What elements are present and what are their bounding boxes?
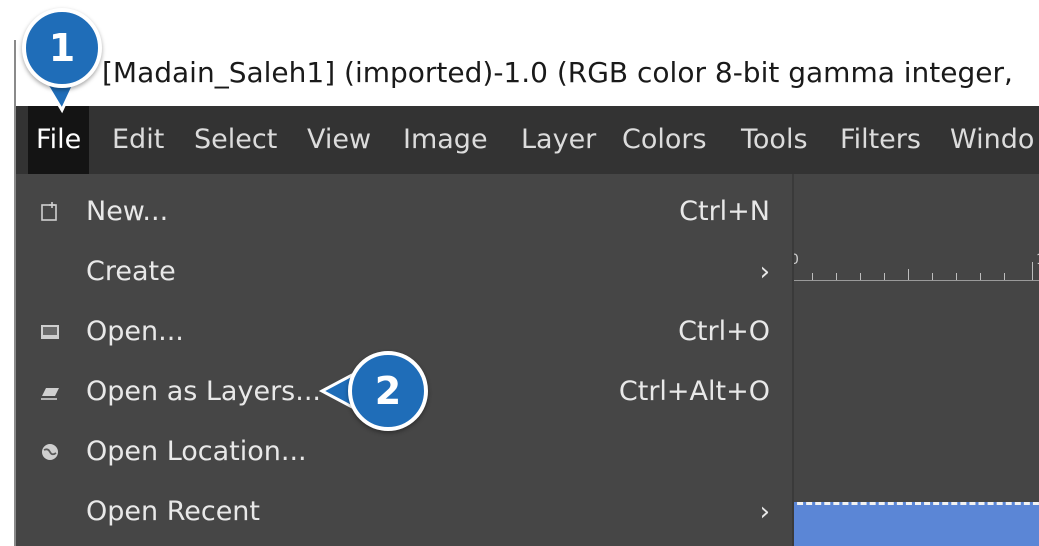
ruler-tick <box>908 269 909 280</box>
ruler-tick <box>1032 262 1033 280</box>
menu-item-open-recent[interactable]: Open Recent › <box>20 482 792 542</box>
horizontal-ruler[interactable]: 0 1 <box>788 252 1039 281</box>
open-image-icon <box>38 320 62 344</box>
new-image-icon <box>38 200 62 224</box>
menu-item-open-location[interactable]: Open Location... <box>20 422 792 482</box>
menu-item-label: Open Location... <box>86 436 307 467</box>
menu-filters[interactable]: Filters <box>840 106 921 174</box>
ruler-tick <box>884 273 885 280</box>
menu-item-label: Create <box>86 256 176 287</box>
ruler-tick <box>932 273 933 280</box>
menu-image[interactable]: Image <box>403 106 488 174</box>
open-layers-icon <box>38 380 62 404</box>
ruler-tick <box>836 273 837 280</box>
menu-item-shortcut: Ctrl+O <box>678 316 770 347</box>
menu-item-label: Open as Layers... <box>86 376 321 407</box>
menu-bar: File Edit Select View Image Layer Colors… <box>16 106 1039 174</box>
ruler-tick <box>860 273 861 280</box>
menu-item-label: Open Recent <box>86 496 261 527</box>
menu-item-shortcut: Ctrl+Alt+O <box>618 376 770 407</box>
ruler-tick <box>1004 273 1005 280</box>
title-bar: [Madain_Saleh1] (imported)-1.0 (RGB colo… <box>16 40 1039 106</box>
callout-2-badge: 2 <box>348 351 428 431</box>
menu-view[interactable]: View <box>307 106 371 174</box>
menu-file[interactable]: File <box>28 106 90 174</box>
window-title: [Madain_Saleh1] (imported)-1.0 (RGB colo… <box>102 56 1013 89</box>
menu-item-shortcut: Ctrl+N <box>679 196 770 227</box>
callout-1-badge: 1 <box>22 8 102 88</box>
chevron-right-icon: › <box>759 257 770 287</box>
menu-item-label: New... <box>86 196 169 227</box>
app-window: [Madain_Saleh1] (imported)-1.0 (RGB colo… <box>14 40 1039 546</box>
ruler-tick <box>980 273 981 280</box>
menu-layer[interactable]: Layer <box>521 106 596 174</box>
menu-edit[interactable]: Edit <box>112 106 164 174</box>
chevron-right-icon: › <box>759 497 770 527</box>
ruler-tick <box>812 273 813 280</box>
image-canvas[interactable] <box>788 502 1039 546</box>
menu-item-open[interactable]: Open... Ctrl+O <box>20 302 792 362</box>
menu-item-create[interactable]: Create › <box>20 242 792 302</box>
menu-item-new[interactable]: New... Ctrl+N <box>20 182 792 242</box>
globe-icon <box>38 440 62 464</box>
menu-tools[interactable]: Tools <box>741 106 808 174</box>
menu-item-label: Open... <box>86 316 184 347</box>
menu-colors[interactable]: Colors <box>622 106 707 174</box>
menu-windows[interactable]: Windo <box>950 106 1034 174</box>
ruler-tick <box>956 273 957 280</box>
menu-select[interactable]: Select <box>194 106 277 174</box>
